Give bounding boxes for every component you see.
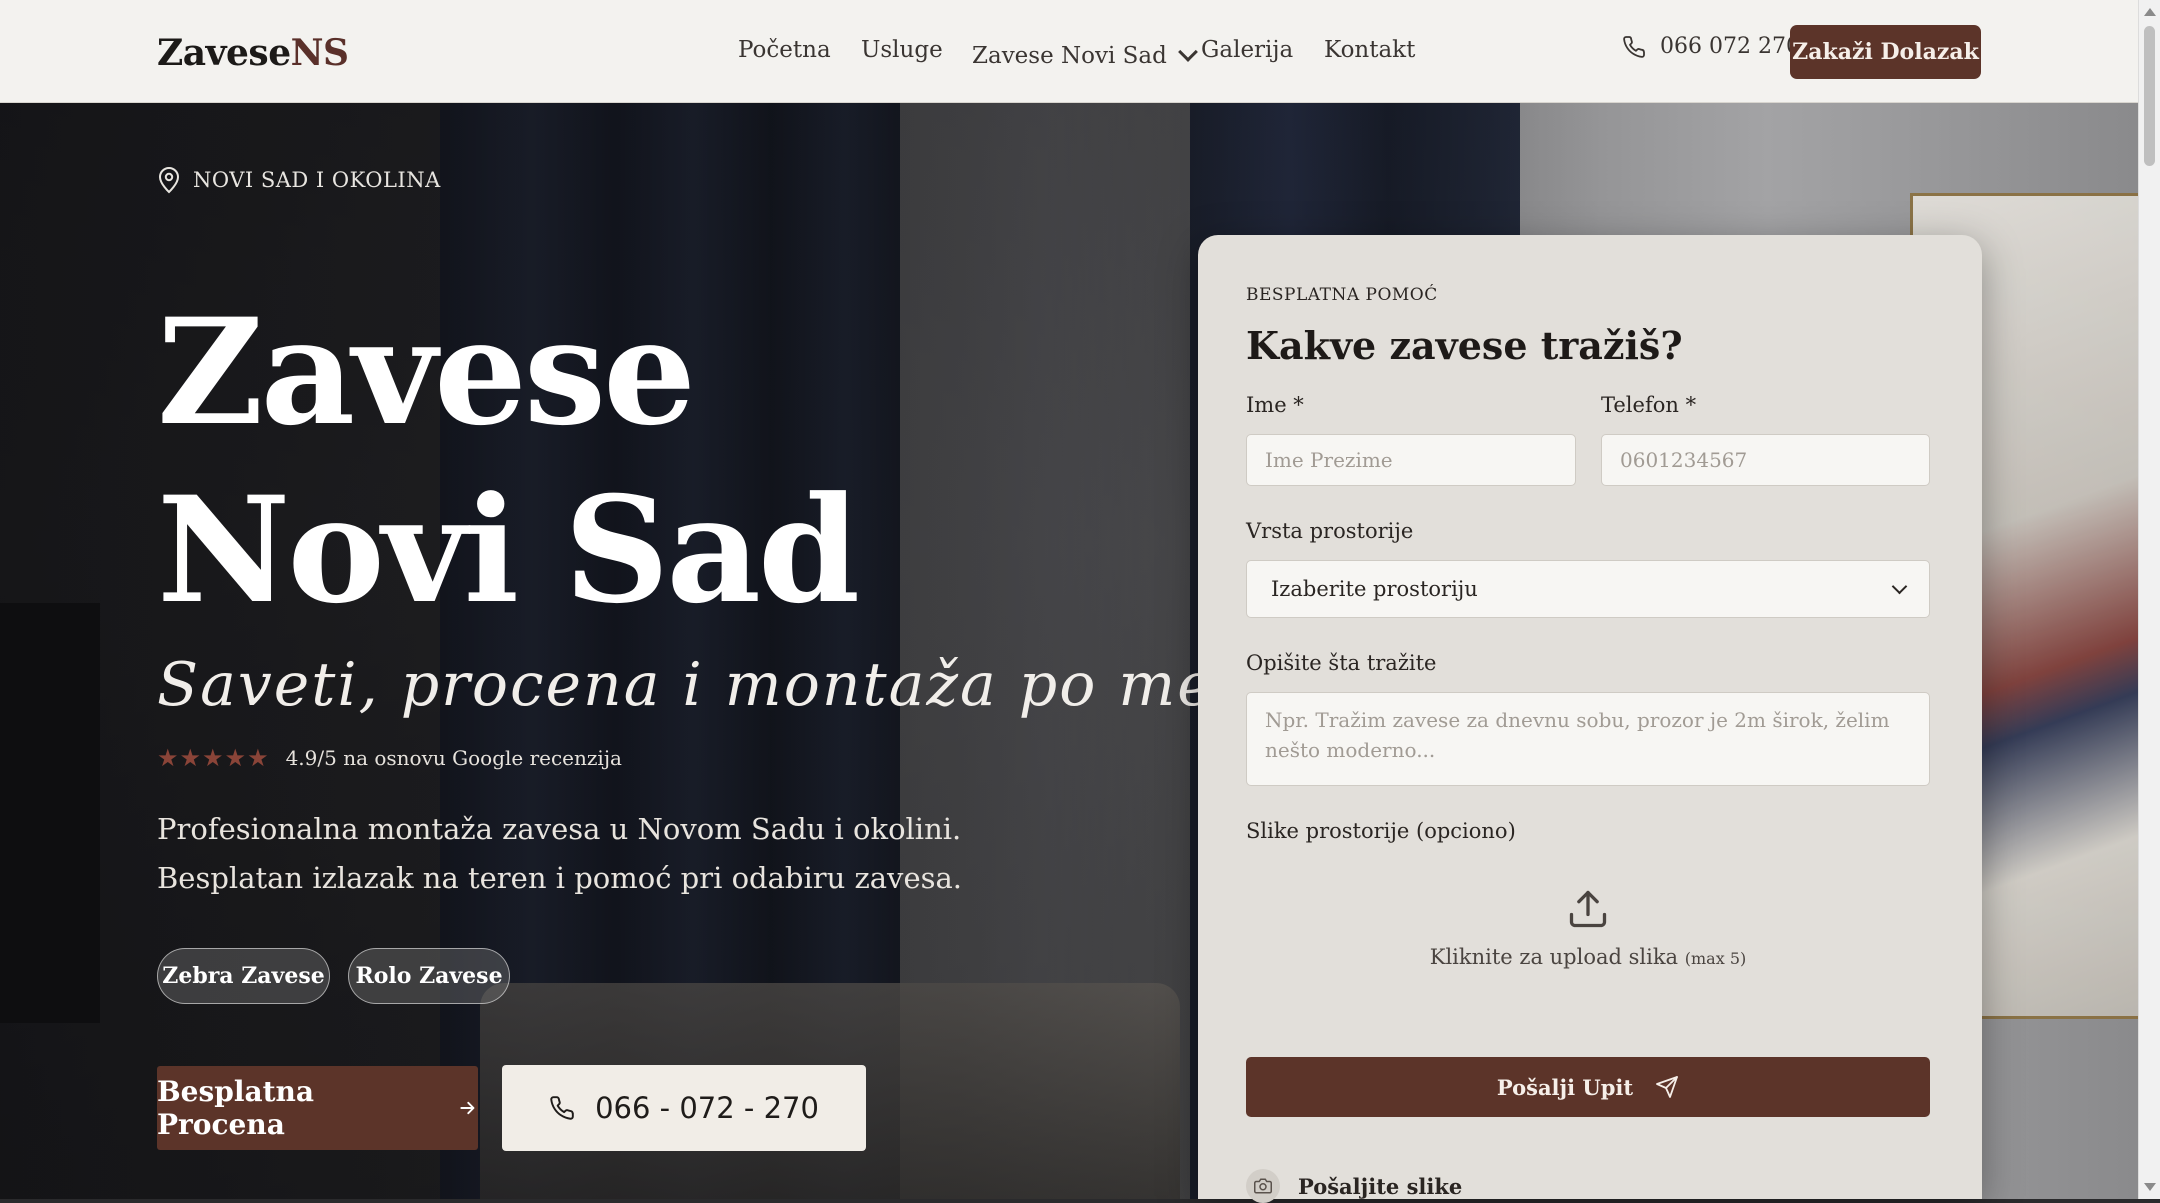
- upload-text: Kliknite za upload slika (max 5): [1430, 945, 1746, 969]
- scroll-up-arrow-icon[interactable]: [2144, 8, 2156, 16]
- logo[interactable]: ZaveseNS: [157, 32, 349, 74]
- upload-limit: (max 5): [1684, 949, 1747, 968]
- pill-rolo-zavese[interactable]: Rolo Zavese: [348, 948, 510, 1004]
- nav-item-zavese-novi-sad[interactable]: Zavese Novi Sad: [972, 36, 1198, 76]
- call-button-number: 066 - 072 - 270: [595, 1091, 819, 1125]
- hero-title-line2: Novi Sad: [157, 465, 860, 636]
- send-icon: [1656, 1076, 1678, 1098]
- site-header: ZaveseNS Početna Usluge Zavese Novi Sad …: [0, 0, 2138, 103]
- map-pin-icon: [158, 167, 180, 194]
- book-visit-button[interactable]: Zakaži Dolazak: [1790, 25, 1981, 79]
- rating-text: 4.9/5 na osnovu Google recenzija: [285, 746, 622, 770]
- page-scrollbar[interactable]: [2138, 0, 2160, 1199]
- inquiry-form-card: BESPLATNA POMOĆ Kakve zavese tražiš? Ime…: [1198, 235, 1982, 1203]
- pill-zebra-zavese[interactable]: Zebra Zavese: [157, 948, 330, 1004]
- upload-icon: [1569, 890, 1607, 928]
- nav-item-pocetna[interactable]: Početna: [738, 30, 831, 70]
- hero-title-line1: Zavese: [157, 287, 696, 458]
- room-select-value: Izaberite prostoriju: [1271, 577, 1478, 601]
- name-label: Ime *: [1246, 393, 1304, 417]
- submit-label: Pošalji Upit: [1496, 1074, 1634, 1100]
- location-badge: NOVI SAD I OKOLINA: [157, 166, 441, 194]
- nav-item-usluge[interactable]: Usluge: [861, 30, 943, 70]
- nav-item-kontakt[interactable]: Kontakt: [1324, 30, 1415, 70]
- description-label: Opišite šta tražite: [1246, 651, 1437, 675]
- star-rating-icon: ★★★★★: [157, 744, 270, 772]
- image-upload-area[interactable]: Kliknite za upload slika (max 5): [1246, 863, 1930, 993]
- chevron-down-icon: [1891, 578, 1908, 594]
- submit-inquiry-button[interactable]: Pošalji Upit: [1246, 1057, 1930, 1117]
- chevron-down-icon: [1177, 42, 1198, 62]
- header-phone-number: 066 072 270: [1660, 34, 1800, 59]
- logo-accent: NS: [290, 32, 349, 74]
- header-phone-link[interactable]: 066 072 270: [1622, 34, 1800, 59]
- hero-tagline: Saveti, procena i montaža po meri: [157, 650, 1267, 720]
- camera-icon: [1246, 1169, 1280, 1203]
- upload-label: Kliknite za upload slika: [1429, 945, 1679, 969]
- arrow-right-icon: [460, 1101, 475, 1115]
- form-title: Kakve zavese tražiš?: [1246, 323, 1683, 368]
- name-input[interactable]: Ime Prezime: [1246, 434, 1576, 486]
- scrollbar-thumb[interactable]: [2144, 26, 2155, 166]
- call-button[interactable]: 066 - 072 - 270: [502, 1065, 866, 1151]
- free-estimate-button[interactable]: Besplatna Procena: [157, 1066, 478, 1150]
- send-images-text: Pošaljite slike: [1298, 1173, 1463, 1199]
- phone-icon: [1623, 35, 1645, 58]
- rating: ★★★★★ 4.9/5 na osnovu Google recenzija: [157, 744, 622, 772]
- room-select[interactable]: Izaberite prostoriju: [1246, 560, 1930, 618]
- send-images-info: Pošaljite slike: [1246, 1169, 1462, 1203]
- room-label: Vrsta prostorije: [1246, 519, 1414, 543]
- hero-description: Profesionalna montaža zavesa u Novom Sad…: [157, 812, 962, 895]
- phone-input[interactable]: 0601234567: [1601, 434, 1930, 486]
- form-eyebrow: BESPLATNA POMOĆ: [1246, 285, 1438, 305]
- location-text: NOVI SAD I OKOLINA: [193, 168, 441, 192]
- scroll-down-arrow-icon[interactable]: [2144, 1183, 2156, 1191]
- phone-icon: [550, 1096, 574, 1120]
- nav-item-galerija[interactable]: Galerija: [1201, 30, 1293, 70]
- description-textarea[interactable]: Npr. Tražim zavese za dnevnu sobu, prozo…: [1246, 692, 1930, 786]
- free-estimate-label: Besplatna Procena: [157, 1075, 315, 1141]
- images-label: Slike prostorije (opciono): [1246, 819, 1516, 843]
- phone-label: Telefon *: [1601, 393, 1697, 417]
- nav-item-label: Zavese Novi Sad: [972, 43, 1167, 69]
- logo-main: Zavese: [157, 32, 291, 74]
